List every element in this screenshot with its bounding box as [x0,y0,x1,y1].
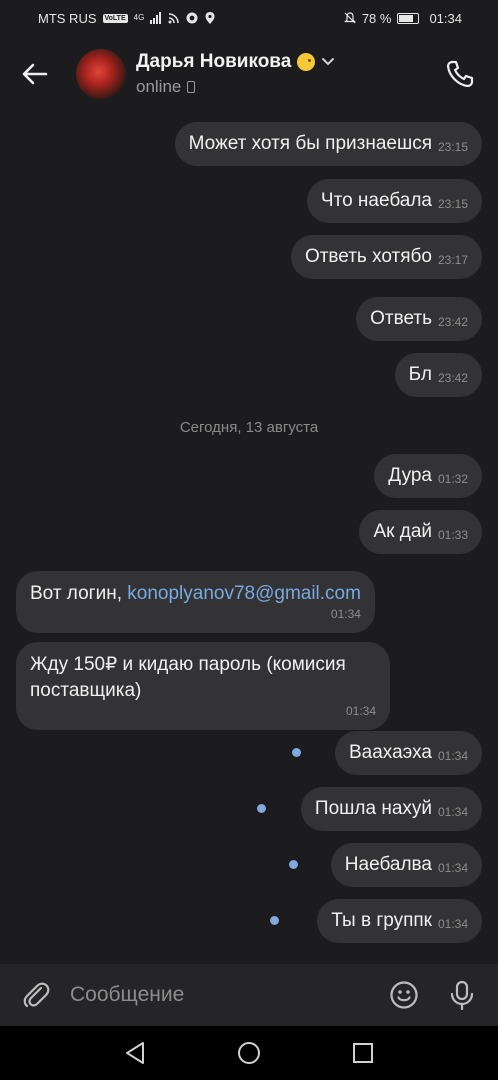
microphone-icon [450,980,474,1010]
message-text: Дура [388,465,432,486]
message-outgoing[interactable]: Пошла нахуй 01:34 [0,787,498,833]
message-bubble[interactable]: Ваахаэха 01:34 [335,731,482,775]
message-time: 01:34 [437,805,468,819]
message-time: 23:15 [437,140,468,154]
message-outgoing[interactable]: Ак дай 01:33 [0,510,498,556]
message-bubble[interactable]: Пошла нахуй 01:34 [300,787,482,831]
clock: 01:34 [429,10,462,26]
message-incoming[interactable]: Жду 150₽ и кидаю пароль (комисия поставщ… [0,642,498,730]
back-arrow-icon[interactable] [18,57,52,91]
message-text: Ты в группк [331,910,432,931]
mobile-device-icon [187,81,196,93]
message-time: 01:34 [437,917,468,931]
nav-recents-button[interactable] [348,1038,378,1068]
date-separator: Сегодня, 13 августа [179,419,319,436]
message-text: Пошла нахуй [314,798,432,819]
message-time: 01:34 [437,861,468,875]
unread-dot [270,916,279,925]
message-text: Ваахаэха [349,742,432,763]
square-recents-icon [353,1043,373,1063]
message-time: 01:34 [437,749,468,763]
message-text: Может хотя бы признаешся [188,133,432,154]
contact-info[interactable]: Дарья Новикова online [136,51,440,97]
message-time: 01:34 [345,704,376,718]
avatar[interactable] [76,49,126,99]
attach-button[interactable] [16,975,56,1015]
emoji-status-icon [297,53,316,71]
nav-back-button[interactable] [120,1038,150,1068]
message-time: 23:42 [437,315,468,329]
message-outgoing[interactable]: Может хотя бы признаешся 23:15 [0,122,498,168]
message-time: 23:15 [437,197,468,211]
message-text: Ак дай [373,521,432,542]
message-bubble[interactable]: Дура 01:32 [374,454,482,498]
triangle-back-icon [126,1042,144,1064]
circle-home-icon [238,1042,260,1064]
mute-bell-icon [343,12,356,24]
message-bubble[interactable]: Ты в группк 01:34 [317,899,482,943]
message-bubble[interactable]: Жду 150₽ и кидаю пароль (комисия поставщ… [16,642,390,730]
message-bubble[interactable]: Ак дай 01:33 [359,510,482,554]
message-time: 01:33 [437,528,468,542]
paperclip-icon [23,982,50,1008]
message-text: Бл [408,364,432,385]
chrome-icon [186,12,198,24]
message-bubble[interactable]: Бл 23:42 [394,353,482,397]
call-button[interactable] [440,54,480,94]
message-text: Ответь хотябо [304,246,432,267]
system-nav-bar [0,1026,498,1080]
message-time: 23:17 [437,253,468,267]
message-text: Вот логин, [30,583,128,604]
chevron-down-icon[interactable] [321,57,335,67]
message-time: 01:34 [330,607,361,621]
carrier-label: MTS RUS [38,10,97,26]
message-outgoing[interactable]: Бл 23:42 [0,353,498,399]
voice-record-button[interactable] [442,975,482,1015]
message-text: Жду 150₽ и кидаю пароль (комисия поставщ… [30,654,346,701]
message-time: 01:32 [437,472,468,486]
contact-status: online [136,77,182,96]
message-text: Наебалва [344,854,432,875]
message-bubble[interactable]: Наебалва 01:34 [330,843,482,887]
status-bar: MTS RUS VoLTE 4G 78 % 01:34 [0,0,498,36]
chat-screen: MTS RUS VoLTE 4G 78 % 01:34 Дарья Новико… [0,0,498,1080]
message-bubble[interactable]: Вот логин, konoplyanov78@gmail.com 01:34 [16,571,375,633]
chat-header: Дарья Новикова online [0,36,498,112]
message-outgoing[interactable]: Ваахаэха 01:34 [0,731,498,777]
message-incoming[interactable]: Вот логин, konoplyanov78@gmail.com 01:34 [0,571,498,633]
contact-name: Дарья Новикова [136,51,292,72]
message-bubble[interactable]: Ответь хотябо 23:17 [290,235,482,279]
signal-icon [150,12,162,24]
location-icon [205,12,215,24]
message-text: Ответь [370,308,432,329]
volte-badge: VoLTE [102,13,128,23]
composer-bar [0,964,498,1026]
phone-icon [446,60,474,88]
email-link[interactable]: konoplyanov78@gmail.com [127,583,361,604]
cast-icon [168,13,180,24]
message-bubble[interactable]: Что наебала 23:15 [306,179,482,223]
message-text: Что наебала [320,190,432,211]
message-outgoing[interactable]: Наебалва 01:34 [0,843,498,889]
battery-percent: 78 % [361,10,392,26]
message-bubble[interactable]: Ответь 23:42 [356,297,482,341]
nav-home-button[interactable] [234,1038,264,1068]
message-time: 23:42 [437,371,468,385]
emoji-button[interactable] [384,975,424,1015]
message-outgoing[interactable]: Ответь хотябо 23:17 [0,235,498,281]
battery-icon [397,12,420,24]
message-outgoing[interactable]: Дура 01:32 [0,454,498,500]
message-bubble[interactable]: Может хотя бы признаешся 23:15 [174,122,482,166]
network-type: 4G [133,13,145,22]
message-outgoing[interactable]: Ты в группк 01:34 [0,899,498,945]
message-outgoing[interactable]: Ответь 23:42 [0,297,498,343]
smile-icon [390,981,418,1009]
message-input[interactable] [70,975,384,1015]
unread-dot [257,804,266,813]
message-outgoing[interactable]: Что наебала 23:15 [0,179,498,225]
unread-dot [292,748,301,757]
unread-dot [289,860,298,869]
message-list[interactable]: Может хотя бы признаешся 23:15 Что наеба… [0,112,498,964]
